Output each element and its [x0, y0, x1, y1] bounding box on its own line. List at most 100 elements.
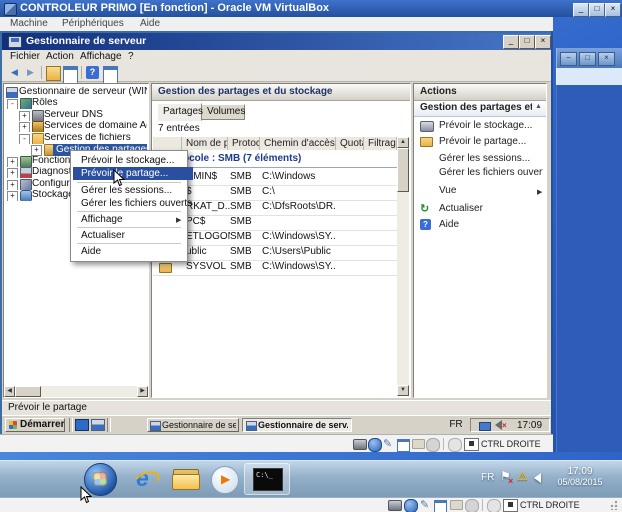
tree-item-active-directory[interactable]: + Services de domaine Active [4, 121, 147, 132]
column-name[interactable]: Nom de p... [182, 137, 228, 150]
action-manage-sessions[interactable]: Gérer les sessions... [415, 152, 545, 166]
expand-icon[interactable]: + [7, 191, 18, 201]
list-vertical-scrollbar[interactable]: ▲ ▼ [397, 137, 409, 396]
expand-icon[interactable]: + [19, 111, 30, 121]
forward-icon[interactable]: ▶ [24, 66, 37, 79]
statusbar-separator [443, 438, 444, 450]
tree-item-file-services[interactable]: - Services de fichiers [4, 133, 147, 144]
vm-clock[interactable]: 17:09 [517, 420, 547, 431]
vm-start-button[interactable]: Démarrer [5, 418, 65, 432]
menu-affichage[interactable]: Affichage [80, 51, 122, 62]
menu-help[interactable]: ? [128, 51, 134, 62]
menu-item-affichage[interactable]: Affichage [73, 213, 193, 226]
action-label: Prévoir le stockage... [439, 119, 543, 133]
tree-item-dns[interactable]: + Serveur DNS [4, 110, 147, 121]
column-protocol[interactable]: Protocole [228, 137, 260, 150]
language-indicator[interactable]: FR [446, 418, 466, 432]
menu-item-manage-sessions[interactable]: Gérer les sessions... [73, 184, 193, 197]
scroll-down-icon[interactable]: ▼ [397, 385, 409, 396]
resize-grip[interactable] [608, 500, 618, 510]
back-icon[interactable]: ◀ [8, 66, 21, 79]
taskbar-button-server-manager-active[interactable]: Gestionnaire de serv... [242, 418, 352, 432]
maximize-icon[interactable]: □ [519, 35, 535, 49]
expand-icon[interactable]: + [7, 157, 18, 167]
network-icon[interactable] [479, 422, 491, 431]
refresh-icon: ↻ [420, 202, 432, 214]
menu-item-provision-storage[interactable]: Prévoir le stockage... [73, 154, 193, 167]
tree-horizontal-scrollbar[interactable]: ◀ ▶ [4, 386, 148, 397]
file-services-icon [32, 133, 44, 144]
scroll-up-icon[interactable]: ▲ [397, 137, 409, 148]
action-manage-open-files[interactable]: Gérer les fichiers ouverts... [415, 166, 545, 180]
host-clock[interactable]: 17:09 05/08/2015 [545, 466, 615, 492]
host-language-indicator[interactable]: FR [481, 472, 499, 483]
maximize-icon[interactable]: □ [589, 3, 605, 17]
action-help[interactable]: ? Aide [415, 218, 545, 232]
console-window-icon[interactable] [63, 66, 78, 84]
tab-partages[interactable]: Partages [157, 103, 202, 121]
expand-icon[interactable]: + [7, 168, 18, 178]
toolbar-separator [41, 66, 42, 79]
scroll-left-icon[interactable]: ◀ [4, 386, 15, 397]
menu-item-manage-open-files[interactable]: Gérer les fichiers ouverts... [73, 197, 193, 210]
expand-icon[interactable]: + [7, 180, 18, 190]
menu-item-provision-share[interactable]: Prévoir le partage... [73, 167, 193, 180]
export-list-icon[interactable] [46, 66, 61, 81]
minimize-icon[interactable]: − [560, 52, 577, 66]
tab-volumes[interactable]: Volumes [201, 104, 245, 120]
expand-icon[interactable]: + [31, 145, 42, 156]
collapse-section-icon[interactable]: ▲ [535, 103, 542, 110]
close-icon[interactable]: × [535, 35, 551, 49]
close-icon[interactable]: × [598, 52, 615, 66]
menu-item-aide[interactable]: Aide [73, 245, 193, 258]
collapse-icon[interactable]: - [19, 134, 30, 144]
tree-item-root[interactable]: Gestionnaire de serveur (WIN-JFY7 [4, 87, 147, 98]
action-view[interactable]: Vue ▶ [415, 184, 545, 198]
action-label: Aide [439, 218, 543, 232]
action-center-error-badge-icon: × [508, 476, 513, 486]
menu-item-actualiser[interactable]: Actualiser [73, 229, 193, 242]
column-quota[interactable]: Quota [336, 137, 364, 150]
maximize-icon[interactable]: □ [579, 52, 596, 66]
virtualbox-titlebar[interactable]: CONTROLEUR PRIMO [En fonction] - Oracle … [0, 0, 622, 17]
column-filter[interactable]: Filtrag... [364, 137, 397, 150]
menu-action[interactable]: Action [46, 51, 74, 62]
help-icon[interactable]: ? [86, 66, 99, 79]
collapse-icon[interactable]: - [7, 99, 18, 109]
menu-aide[interactable]: Aide [140, 18, 160, 29]
ie-taskbar-icon[interactable]: e [132, 465, 160, 493]
action-refresh[interactable]: ↻ Actualiser [415, 202, 545, 216]
server-manager-titlebar[interactable]: Gestionnaire de serveur _ □ × [2, 33, 551, 50]
explorer-taskbar-icon[interactable] [172, 467, 199, 491]
tree-item-roles[interactable]: - Rôles [4, 98, 147, 109]
scrollbar-thumb[interactable] [397, 148, 409, 192]
menu-fichier[interactable]: Fichier [10, 51, 40, 62]
minimize-icon[interactable]: _ [573, 3, 589, 17]
scroll-right-icon[interactable]: ▶ [137, 386, 148, 397]
column-icon[interactable] [153, 137, 182, 150]
show-desktop-icon[interactable] [75, 419, 89, 431]
server-manager-quicklaunch-icon[interactable] [91, 419, 105, 431]
close-icon[interactable]: × [605, 3, 621, 17]
scrollbar-thumb[interactable] [15, 386, 41, 397]
action-provision-storage[interactable]: Prévoir le stockage... [415, 119, 545, 133]
cmd-taskbar-button[interactable]: C:\_ [244, 463, 290, 495]
table-row[interactable]: SYSVOL SMB C:\Windows\SY... [153, 260, 397, 276]
menu-machine[interactable]: Machine [10, 18, 48, 29]
speaker-muted-icon[interactable] [495, 420, 502, 430]
minimize-icon[interactable]: _ [503, 35, 519, 49]
background-window: − □ × [556, 48, 622, 455]
new-window-icon[interactable] [103, 66, 118, 84]
virtualbox-app-icon [4, 3, 17, 16]
menu-peripheriques[interactable]: Périphériques [62, 18, 124, 29]
actions-section-header[interactable]: Gestion des partages et du s... ▲ [414, 101, 546, 117]
provision-share-icon [420, 137, 433, 147]
taskbar-button-server-manager[interactable]: Gestionnaire de serveur [147, 418, 239, 432]
warning-shield-icon[interactable]: ⚠ [517, 469, 528, 483]
expand-icon[interactable]: + [19, 122, 30, 132]
volume-icon[interactable] [534, 473, 541, 483]
column-path[interactable]: Chemin d'accès... [260, 137, 336, 150]
action-provision-share[interactable]: Prévoir le partage... [415, 135, 545, 149]
background-window-body [556, 85, 622, 455]
wmp-taskbar-icon[interactable]: ▶ [211, 466, 239, 494]
